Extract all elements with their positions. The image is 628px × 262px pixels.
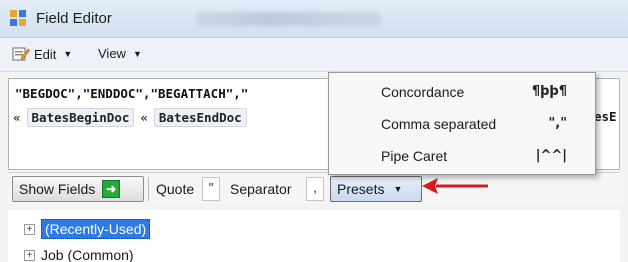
show-fields-button[interactable]: Show Fields ➜ — [12, 176, 144, 202]
toolbar: Edit ▼ View ▼ — [0, 38, 628, 72]
quote-input[interactable]: " — [202, 177, 220, 201]
chevron-down-icon: ▼ — [132, 48, 142, 59]
app-icon — [10, 10, 26, 26]
chevron-down-icon: ▼ — [63, 49, 73, 59]
expand-plus-icon[interactable]: + — [24, 223, 35, 235]
window-title: Field Editor — [36, 10, 112, 27]
divider — [148, 177, 149, 201]
arrow-right-icon: ➜ — [102, 180, 121, 198]
presets-label: Presets — [337, 181, 385, 197]
edit-menu-label: Edit — [34, 46, 57, 62]
tree-item-label: (Recently-Used) — [41, 219, 151, 239]
expand-plus-icon[interactable]: + — [24, 249, 35, 261]
tree-item[interactable]: + Job (Common) — [24, 247, 134, 262]
delimiter-glyph: |^^| — [535, 148, 567, 163]
view-menu-label: View — [98, 46, 126, 61]
delimiter-glyph: ¶þþ¶ — [531, 84, 567, 99]
field-token[interactable]: BatesEndDoc — [153, 108, 247, 127]
delimiter-glyph: "," — [548, 116, 567, 131]
field-token-row: « BatesBeginDoc « BatesEndDoc — [13, 108, 247, 127]
quote-label: Quote — [156, 181, 195, 197]
token-separator: « — [140, 110, 148, 125]
expression-text: "BEGDOC","ENDDOC","BEGATTACH"," — [15, 86, 249, 101]
menu-item-label: Comma separated — [381, 116, 497, 132]
blurred-title-text — [196, 12, 381, 26]
tree-item-label: Job (Common) — [41, 247, 134, 262]
annotation-arrow-icon — [422, 178, 488, 194]
field-tree: + (Recently-Used) + Job (Common) — [8, 210, 620, 262]
chevron-down-icon: ▼ — [393, 184, 403, 194]
edit-icon — [12, 47, 30, 61]
field-editor-window: Field Editor Edit ▼ View ▼ "BEGDOC","END… — [0, 0, 628, 262]
menu-item-pipe-caret[interactable]: Pipe Caret |^^| — [329, 140, 595, 172]
field-token-partial: esE — [594, 109, 617, 124]
menu-item-label: Concordance — [381, 84, 465, 100]
token-separator: « — [13, 110, 21, 125]
edit-menu-button[interactable]: Edit ▼ — [12, 46, 72, 62]
show-fields-label: Show Fields — [19, 181, 96, 197]
presets-dropdown-button[interactable]: Presets ▼ — [330, 176, 422, 202]
tree-item[interactable]: + (Recently-Used) — [24, 219, 151, 239]
separator-label: Separator — [230, 181, 292, 197]
menu-item-label: Pipe Caret — [381, 148, 448, 164]
field-options-bar: Show Fields ➜ Quote " Separator , Preset… — [8, 172, 620, 204]
field-token[interactable]: BatesBeginDoc — [26, 108, 135, 127]
presets-menu: Concordance ¶þþ¶ Comma separated "," Pip… — [328, 72, 596, 175]
separator-input[interactable]: , — [306, 177, 324, 201]
view-menu-button[interactable]: View ▼ — [98, 46, 142, 61]
title-bar: Field Editor — [0, 0, 628, 38]
menu-item-comma-separated[interactable]: Comma separated "," — [329, 108, 595, 140]
menu-item-concordance[interactable]: Concordance ¶þþ¶ — [329, 76, 595, 108]
